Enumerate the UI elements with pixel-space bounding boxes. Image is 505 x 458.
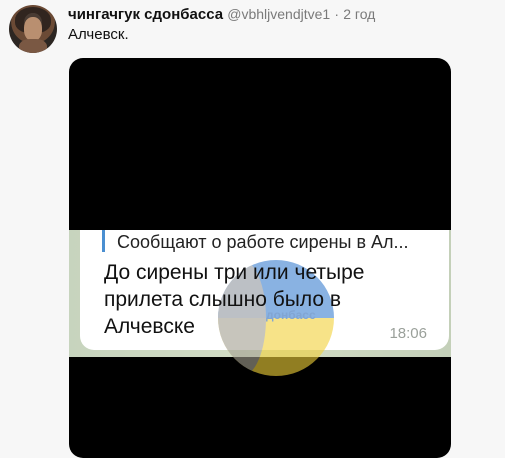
telegram-screenshot: Сообщают о работе сирены в Ал... донбасс… <box>69 230 451 376</box>
tweet-header: чингачгук сдонбасса @vbhljvendjtve1 · 2 … <box>68 4 495 25</box>
quote-bar <box>102 230 105 252</box>
separator-dot: · <box>334 6 340 22</box>
avatar-face <box>24 17 42 41</box>
telegram-message-bubble: Сообщают о работе сирены в Ал... донбасс… <box>80 230 449 376</box>
message-line: прилета слышно было в <box>104 288 341 311</box>
quoted-message: Сообщают о работе сирены в Ал... <box>117 232 409 252</box>
message-line: Алчевске <box>104 315 195 338</box>
author-name[interactable]: чингачгук сдонбасса <box>68 6 223 23</box>
message-line: До сирены три или четыре <box>104 261 365 284</box>
tweet-media[interactable]: Сообщают о работе сирены в Ал... донбасс… <box>69 58 451 458</box>
author-avatar[interactable] <box>9 5 57 53</box>
avatar-body <box>19 39 47 53</box>
author-handle[interactable]: @vbhljvendjtve1 <box>227 6 330 22</box>
message-time: 18:06 <box>389 325 427 342</box>
tweet-time[interactable]: 2 год <box>343 6 375 22</box>
tweet-text: Алчевск. <box>68 26 129 43</box>
